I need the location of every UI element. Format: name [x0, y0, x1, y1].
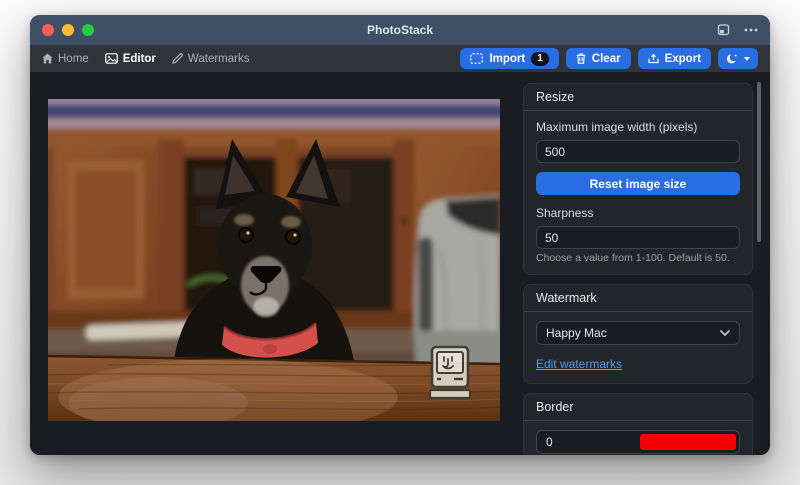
- resize-card-title: Resize: [524, 84, 752, 111]
- app-window: PhotoStack Home: [30, 15, 770, 455]
- settings-panel: Resize Maximum image width (pixels) Rese…: [523, 72, 753, 455]
- border-card-title: Border: [524, 394, 752, 421]
- watermark-card: Watermark Happy Mac Edit watermarks: [523, 284, 753, 384]
- trash-icon: [576, 53, 586, 64]
- export-label: Export: [665, 53, 701, 65]
- moon-icon: [726, 53, 738, 65]
- edit-watermarks-link[interactable]: Edit watermarks: [536, 357, 622, 371]
- import-label: Import: [489, 53, 525, 65]
- image-icon: [105, 53, 118, 64]
- happy-mac-watermark: [430, 347, 470, 398]
- clear-label: Clear: [592, 53, 621, 65]
- watermark-selected-value: Happy Mac: [546, 326, 607, 340]
- nav-tab-label: Home: [58, 53, 89, 65]
- nav-tab-home[interactable]: Home: [42, 53, 89, 65]
- border-width-input[interactable]: 0: [536, 430, 740, 454]
- import-icon: [470, 53, 483, 64]
- close-button[interactable]: [42, 24, 54, 36]
- sharpness-label: Sharpness: [536, 206, 740, 220]
- chevron-down-icon: [744, 57, 750, 61]
- export-icon: [648, 53, 659, 64]
- border-card: Border 0: [523, 393, 753, 455]
- traffic-lights: [42, 24, 94, 36]
- minimize-button[interactable]: [62, 24, 74, 36]
- nav-tab-watermarks[interactable]: Watermarks: [172, 53, 250, 65]
- home-icon: [42, 53, 53, 64]
- sharpness-input[interactable]: [536, 226, 740, 249]
- pencil-icon: [172, 53, 183, 64]
- border-color-swatch[interactable]: [640, 434, 736, 450]
- watermark-card-title: Watermark: [524, 285, 752, 312]
- main-content: Resize Maximum image width (pixels) Rese…: [30, 72, 770, 455]
- photo-canvas[interactable]: [48, 99, 500, 421]
- window-title: PhotoStack: [30, 23, 770, 37]
- max-width-input[interactable]: [536, 140, 740, 163]
- import-count-badge: 1: [531, 52, 549, 66]
- max-width-label: Maximum image width (pixels): [536, 120, 740, 134]
- panel-scrollbar[interactable]: [757, 82, 761, 242]
- nav-tab-label: Editor: [123, 53, 156, 65]
- import-button[interactable]: Import 1: [460, 48, 558, 69]
- more-options-icon[interactable]: [744, 28, 758, 32]
- nav-tab-editor[interactable]: Editor: [105, 53, 156, 65]
- watermark-select[interactable]: Happy Mac: [536, 321, 740, 345]
- theme-toggle-button[interactable]: [718, 48, 758, 69]
- chevron-down-icon: [720, 330, 730, 336]
- clear-button[interactable]: Clear: [566, 48, 631, 69]
- nav-tab-label: Watermarks: [188, 53, 250, 65]
- resize-card: Resize Maximum image width (pixels) Rese…: [523, 83, 753, 275]
- zoom-button[interactable]: [82, 24, 94, 36]
- sharpness-hint: Choose a value from 1-100. Default is 50…: [536, 252, 740, 264]
- titlebar: PhotoStack: [30, 15, 770, 45]
- border-width-value: 0: [546, 435, 640, 449]
- reset-image-size-button[interactable]: Reset image size: [536, 172, 740, 195]
- navbar: Home Editor Watermarks Import 1: [30, 45, 770, 72]
- window-layout-icon[interactable]: [717, 24, 730, 36]
- export-button[interactable]: Export: [638, 48, 711, 69]
